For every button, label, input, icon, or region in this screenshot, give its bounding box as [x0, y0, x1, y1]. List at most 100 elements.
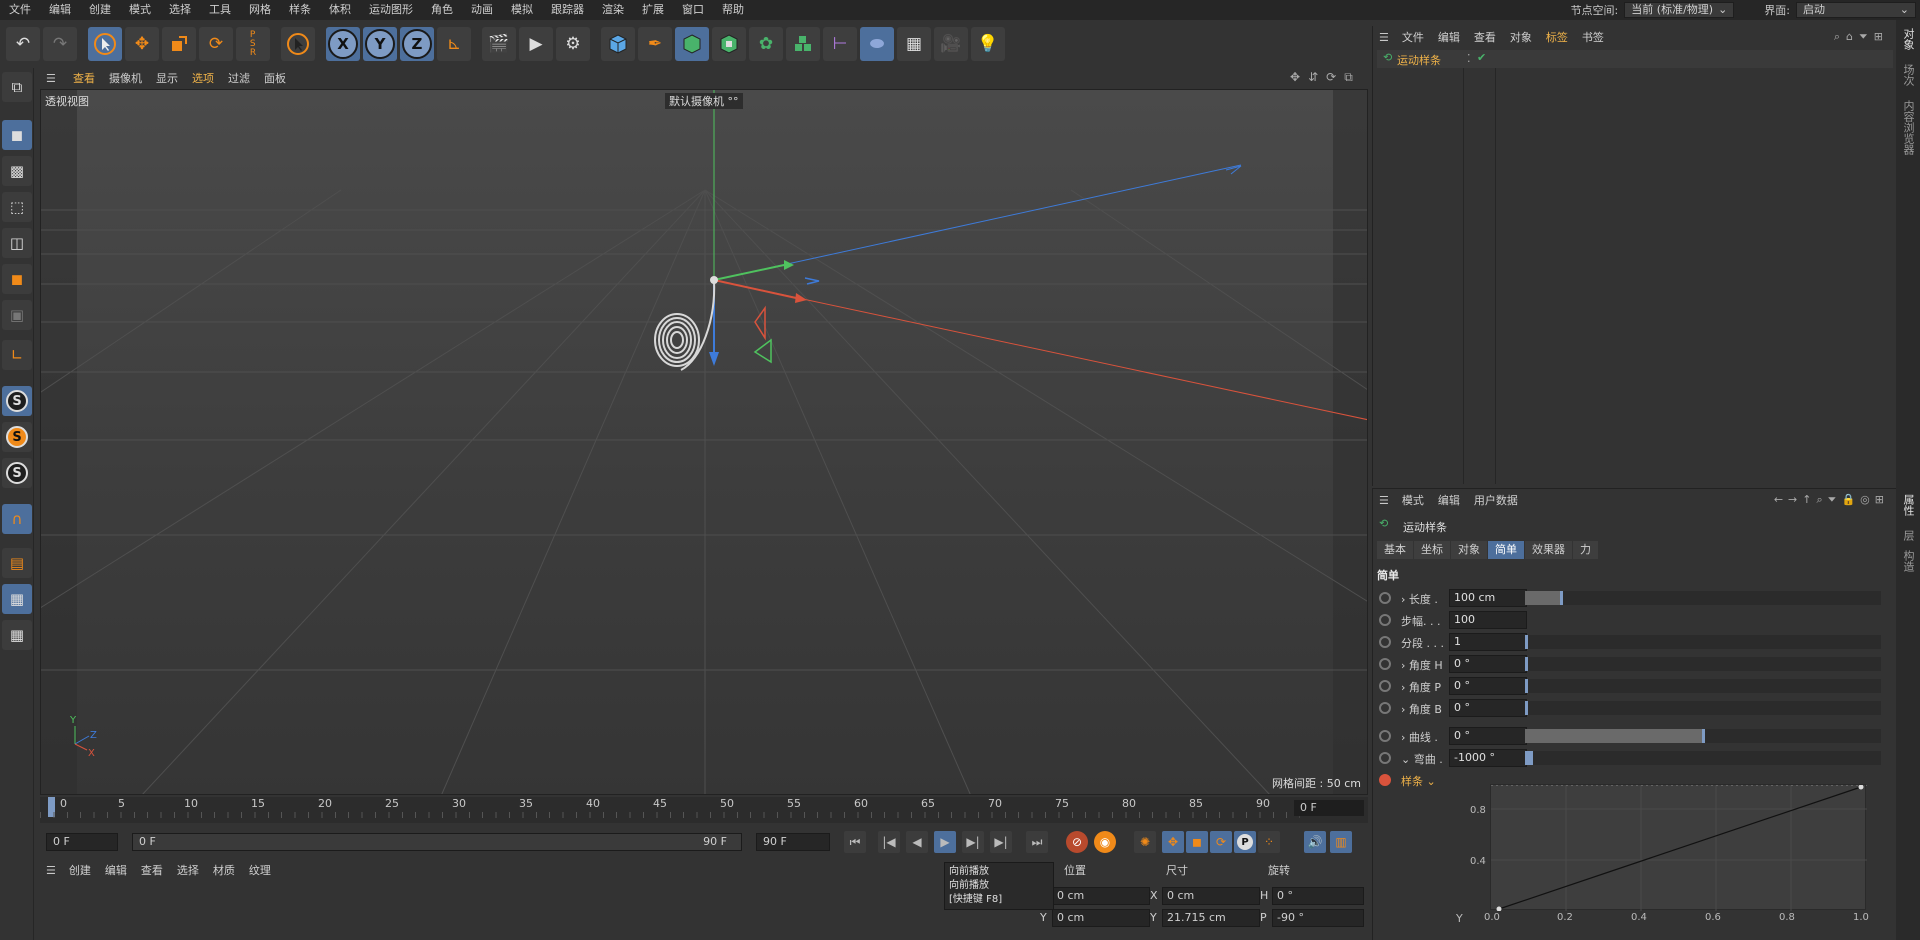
search-icon[interactable]: ⌕: [1834, 30, 1846, 43]
hamburger-icon[interactable]: ☰: [46, 72, 60, 85]
menu-spline[interactable]: 样条: [280, 0, 320, 20]
workplane-button[interactable]: ▤: [2, 548, 32, 578]
filter-icon[interactable]: ⏷: [1859, 30, 1874, 43]
menu-file[interactable]: 文件: [0, 0, 40, 20]
x-axis-lock-button[interactable]: X: [326, 27, 360, 61]
polygons-mode-button[interactable]: ◼: [2, 264, 32, 294]
steps-field[interactable]: 100: [1449, 611, 1527, 629]
snap-button[interactable]: S: [2, 386, 32, 416]
play-forward-button[interactable]: ▶: [934, 831, 956, 853]
at-menu-userdata[interactable]: 用户数据: [1467, 492, 1525, 508]
spline-start-point[interactable]: [1496, 906, 1502, 912]
rotation-h-field[interactable]: 0 °: [1272, 887, 1364, 905]
menu-animate[interactable]: 动画: [462, 0, 502, 20]
axis-mode-button[interactable]: ∟: [2, 340, 32, 370]
curve-slider[interactable]: [1525, 729, 1881, 743]
menu-volume[interactable]: 体积: [320, 0, 360, 20]
angle-h-slider[interactable]: [1525, 657, 1881, 671]
texture-mode-button[interactable]: ▩: [2, 156, 32, 186]
curve-field[interactable]: 0 °: [1449, 727, 1527, 745]
cloner-button[interactable]: [786, 27, 820, 61]
animate-dot-icon[interactable]: [1379, 658, 1391, 670]
segments-slider[interactable]: [1525, 635, 1881, 649]
menu-extensions[interactable]: 扩展: [633, 0, 673, 20]
locked-workplane-button[interactable]: ▦: [2, 584, 32, 614]
menu-mesh[interactable]: 网格: [240, 0, 280, 20]
viewport-camera-label[interactable]: 默认摄像机 °°: [665, 93, 743, 109]
angle-b-field[interactable]: 0 °: [1449, 699, 1527, 717]
move-tool-button[interactable]: ✥: [125, 27, 159, 61]
side-tab-content-browser[interactable]: 内容浏览器: [1900, 100, 1916, 155]
mat-menu-create[interactable]: 创建: [62, 862, 98, 878]
mat-menu-texture[interactable]: 纹理: [242, 862, 278, 878]
at-menu-edit[interactable]: 编辑: [1431, 492, 1467, 508]
mograph-button[interactable]: ✿: [749, 27, 783, 61]
render-settings-button[interactable]: ⚙: [556, 27, 590, 61]
up-arrow-icon[interactable]: ↑: [1802, 493, 1816, 506]
vp-menu-view[interactable]: 查看: [66, 70, 102, 86]
spline-end-point[interactable]: [1858, 785, 1864, 790]
animate-dot-red-icon[interactable]: [1379, 774, 1391, 786]
coordinate-system-button[interactable]: ⊾: [437, 27, 471, 61]
undo-button[interactable]: ↶: [6, 27, 40, 61]
key-parameter-button[interactable]: P: [1234, 831, 1256, 853]
side-tab-attributes[interactable]: 属性: [1900, 494, 1916, 516]
animate-dot-icon[interactable]: [1379, 636, 1391, 648]
select-tool-button[interactable]: [88, 27, 122, 61]
menu-help[interactable]: 帮助: [713, 0, 753, 20]
snap-mode-button[interactable]: S: [2, 458, 32, 488]
prev-frame-button[interactable]: ◀: [906, 831, 928, 853]
sound-button[interactable]: 🔊: [1304, 831, 1326, 853]
keyframe-selection-button[interactable]: ✺: [1134, 831, 1156, 853]
timeline-ruler[interactable]: 0 5 10 15 20 25 30 35 40 45 50 55 60 65 …: [40, 797, 1368, 823]
object-name[interactable]: 运动样条: [1397, 52, 1441, 68]
record-button[interactable]: ⊘: [1066, 831, 1088, 853]
field-button[interactable]: ⬬: [860, 27, 894, 61]
pan-icon[interactable]: ✥: [1290, 70, 1300, 85]
vp-menu-cameras[interactable]: 摄像机: [102, 70, 149, 86]
menu-render[interactable]: 渲染: [593, 0, 633, 20]
spline-curve[interactable]: [1498, 786, 1862, 910]
menu-mograph[interactable]: 运动图形: [360, 0, 422, 20]
pen-spline-button[interactable]: ✒: [638, 27, 672, 61]
lock-icon[interactable]: 🔒: [1841, 493, 1860, 506]
om-menu-tags[interactable]: 标签: [1539, 29, 1575, 45]
preview-range-slider[interactable]: 0 F 90 F: [132, 833, 742, 851]
prev-key-button[interactable]: |◀: [878, 831, 900, 853]
vp-menu-panel[interactable]: 面板: [257, 70, 293, 86]
scale-tool-button[interactable]: [162, 27, 196, 61]
om-menu-view[interactable]: 查看: [1467, 29, 1503, 45]
vp-menu-filter[interactable]: 过滤: [221, 70, 257, 86]
layout-select[interactable]: 启动 ⌄: [1796, 2, 1916, 18]
tab-forces[interactable]: 力: [1573, 541, 1598, 559]
hamburger-icon[interactable]: ☰: [46, 864, 56, 877]
menu-character[interactable]: 角色: [422, 0, 462, 20]
rotation-p-field[interactable]: -90 °: [1272, 909, 1364, 927]
goto-start-button[interactable]: ⏮: [844, 831, 866, 853]
side-tab-objects[interactable]: 对象: [1900, 28, 1916, 50]
edges-mode-button[interactable]: ◫: [2, 228, 32, 258]
planar-workplane-button[interactable]: ▦: [2, 620, 32, 650]
tab-object[interactable]: 对象: [1451, 541, 1487, 559]
menu-simulate[interactable]: 模拟: [502, 0, 542, 20]
angle-p-slider[interactable]: [1525, 679, 1881, 693]
max-time-field[interactable]: 90 F: [756, 833, 830, 851]
target-icon[interactable]: ◎: [1860, 493, 1875, 506]
hamburger-icon[interactable]: ☰: [1379, 31, 1389, 44]
bend-slider[interactable]: [1525, 751, 1881, 765]
new-window-icon[interactable]: ⊞: [1874, 30, 1889, 43]
at-menu-mode[interactable]: 模式: [1395, 492, 1431, 508]
y-axis-lock-button[interactable]: Y: [363, 27, 397, 61]
back-arrow-icon[interactable]: ←: [1774, 493, 1788, 506]
segments-field[interactable]: 1: [1449, 633, 1527, 651]
tab-coord[interactable]: 坐标: [1414, 541, 1450, 559]
next-frame-button[interactable]: ▶|: [962, 831, 984, 853]
om-menu-edit[interactable]: 编辑: [1431, 29, 1467, 45]
menu-tools[interactable]: 工具: [200, 0, 240, 20]
points-mode-button[interactable]: ⬚: [2, 192, 32, 222]
key-rotation-button[interactable]: ⟳: [1210, 831, 1232, 853]
position-x-field[interactable]: 0 cm: [1052, 887, 1150, 905]
perspective-viewport[interactable]: Y Z X 透视视图 默认摄像机 °° 网格间距 : 50 cm: [40, 89, 1368, 795]
tab-basic[interactable]: 基本: [1377, 541, 1413, 559]
tab-effectors[interactable]: 效果器: [1525, 541, 1572, 559]
